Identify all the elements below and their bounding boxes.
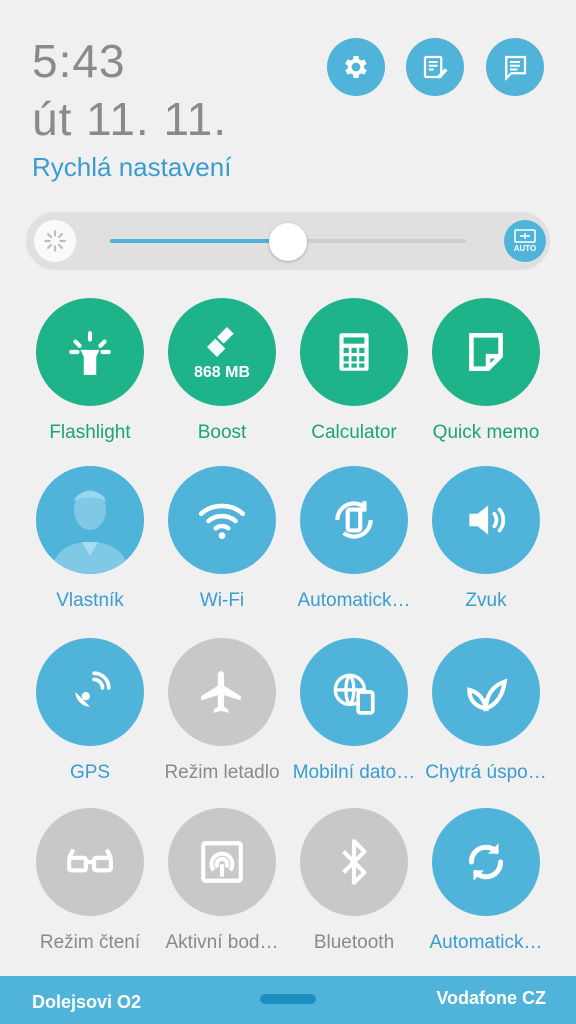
tile-button[interactable] bbox=[300, 638, 408, 746]
status-footer: Dolejsovi O2 Vodafone CZ bbox=[0, 976, 576, 1024]
auto-label: AUTO bbox=[513, 244, 537, 253]
tile-label: GPS bbox=[69, 762, 111, 783]
tile-button[interactable]: 868 MB bbox=[168, 298, 276, 406]
airplane-icon bbox=[201, 671, 241, 713]
drag-handle[interactable] bbox=[260, 994, 316, 1004]
boost-memory-value: 868 MB bbox=[193, 364, 251, 381]
tile-button[interactable] bbox=[300, 808, 408, 916]
tile-button[interactable] bbox=[432, 466, 540, 574]
tile-label: Bluetooth bbox=[313, 932, 395, 953]
brightness-slider-fill bbox=[110, 239, 288, 243]
mobile-data-icon bbox=[333, 673, 375, 715]
wifi-icon bbox=[198, 503, 246, 539]
tile-label: Boost bbox=[197, 422, 247, 443]
bluetooth-icon bbox=[342, 839, 367, 885]
carrier-left: Dolejsovi O2 bbox=[32, 992, 142, 1012]
flashlight-icon bbox=[69, 331, 111, 375]
carrier-right: Vodafone CZ bbox=[436, 988, 546, 1008]
user-avatar-icon bbox=[36, 466, 144, 574]
tile-auto-rotate[interactable]: Automatick… bbox=[288, 466, 420, 612]
tile-calculator[interactable]: Calculator bbox=[288, 298, 420, 444]
tile-mobile-data[interactable]: Mobilní dato… bbox=[288, 638, 420, 784]
tile-glasses[interactable]: Režim čtení bbox=[24, 808, 156, 954]
clock-date: út 11. 11. bbox=[32, 93, 227, 145]
tile-satellite[interactable]: GPS bbox=[24, 638, 156, 784]
tile-label: Chytrá úspo… bbox=[425, 762, 547, 783]
speaker-icon bbox=[469, 505, 506, 535]
tile-label: Aktivní bod… bbox=[165, 932, 279, 953]
tile-button[interactable] bbox=[36, 638, 144, 746]
calculator-icon bbox=[339, 333, 369, 371]
tile-label: Automatick… bbox=[429, 932, 543, 953]
tile-label: Režim letadlo bbox=[164, 762, 280, 783]
quick-settings-title: Rychlá nastavení bbox=[32, 152, 232, 182]
tile-button[interactable] bbox=[432, 638, 540, 746]
memo-icon bbox=[469, 333, 503, 371]
tile-button[interactable] bbox=[168, 808, 276, 916]
auto-brightness-icon bbox=[514, 229, 536, 243]
tile-speaker[interactable]: Zvuk bbox=[420, 466, 552, 612]
tile-button[interactable] bbox=[300, 298, 408, 406]
sync-icon bbox=[468, 843, 504, 881]
leaf-icon bbox=[467, 678, 508, 712]
tile-button[interactable] bbox=[36, 298, 144, 406]
tile-label: Wi-Fi bbox=[199, 590, 245, 611]
auto-rotate-icon bbox=[335, 501, 373, 539]
tile-button[interactable] bbox=[300, 466, 408, 574]
tile-leaf[interactable]: Chytrá úspo… bbox=[420, 638, 552, 784]
auto-brightness-button[interactable]: AUTO bbox=[504, 220, 546, 262]
clock-time: 5:43 bbox=[32, 35, 126, 87]
tile-button[interactable] bbox=[36, 808, 144, 916]
edit-note-icon bbox=[423, 55, 448, 79]
tile-flashlight[interactable]: Flashlight bbox=[24, 298, 156, 444]
gear-icon bbox=[345, 56, 367, 78]
tile-label: Zvuk bbox=[465, 590, 507, 611]
message-list-icon bbox=[505, 55, 527, 81]
tile-wifi[interactable]: Wi-Fi bbox=[156, 466, 288, 612]
tile-broom[interactable]: 868 MB Boost bbox=[156, 298, 288, 444]
hotspot-icon bbox=[201, 841, 243, 883]
tile-airplane[interactable]: Režim letadlo bbox=[156, 638, 288, 784]
tile-bluetooth[interactable]: Bluetooth bbox=[288, 808, 420, 954]
tile-hotspot[interactable]: Aktivní bod… bbox=[156, 808, 288, 954]
tile-label: Režim čtení bbox=[39, 932, 141, 953]
satellite-icon bbox=[75, 671, 111, 707]
tile-label: Quick memo bbox=[432, 422, 540, 443]
brightness-slider-thumb[interactable] bbox=[269, 223, 307, 261]
broom-icon bbox=[207, 327, 234, 357]
tile-user-avatar[interactable]: Vlastník bbox=[24, 466, 156, 612]
tile-label: Calculator bbox=[311, 422, 397, 443]
tile-memo[interactable]: Quick memo bbox=[420, 298, 552, 444]
tile-button[interactable] bbox=[168, 466, 276, 574]
tile-label: Automatick… bbox=[297, 590, 411, 611]
tile-label: Flashlight bbox=[49, 422, 131, 443]
brightness-bar: AUTO bbox=[26, 212, 550, 270]
edit-button[interactable] bbox=[406, 38, 464, 96]
settings-button[interactable] bbox=[327, 38, 385, 96]
tile-label: Vlastník bbox=[56, 590, 124, 611]
brightness-icon bbox=[34, 220, 76, 262]
notifications-button[interactable] bbox=[486, 38, 544, 96]
tile-button[interactable] bbox=[432, 298, 540, 406]
glasses-icon bbox=[67, 848, 113, 873]
tile-sync[interactable]: Automatick… bbox=[420, 808, 552, 954]
tile-label: Mobilní dato… bbox=[292, 762, 416, 783]
tile-button[interactable] bbox=[168, 638, 276, 746]
tile-button[interactable] bbox=[36, 466, 144, 574]
tile-button[interactable] bbox=[432, 808, 540, 916]
